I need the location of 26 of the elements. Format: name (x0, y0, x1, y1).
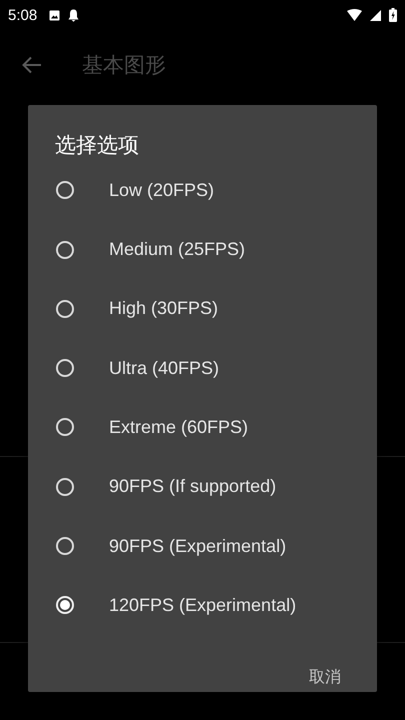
option-label[interactable]: Extreme (60FPS) (109, 416, 248, 438)
radio-button[interactable] (56, 537, 74, 556)
radio-button[interactable] (56, 181, 74, 200)
option-label[interactable]: 90FPS (If supported) (109, 476, 276, 498)
screen-title: 基本图形 (82, 52, 166, 79)
option-label[interactable]: Low (20FPS) (109, 180, 214, 201)
wifi-icon (347, 9, 362, 21)
dialog-title: 选择选项 (54, 132, 140, 159)
option-label[interactable]: Ultra (40FPS) (109, 358, 220, 379)
radio-button[interactable] (56, 478, 74, 496)
signal-icon (370, 10, 381, 20)
radio-button[interactable] (56, 418, 74, 436)
status-time: 5:08 (8, 6, 38, 24)
radio-button[interactable] (56, 359, 74, 378)
radio-button[interactable] (56, 300, 74, 318)
option-label[interactable]: High (30FPS) (109, 298, 218, 320)
option-label[interactable]: 120FPS (Experimental) (109, 594, 296, 616)
back-arrow-icon[interactable] (22, 56, 42, 74)
bell-icon (68, 8, 80, 22)
radio-button[interactable] (56, 596, 74, 614)
image-icon (49, 10, 60, 20)
option-label[interactable]: 90FPS (Experimental) (109, 536, 286, 557)
radio-button[interactable] (56, 240, 74, 259)
battery-icon (389, 8, 397, 22)
option-label[interactable]: Medium (25FPS) (109, 239, 246, 260)
cancel-button[interactable]: 取消 (307, 663, 343, 692)
